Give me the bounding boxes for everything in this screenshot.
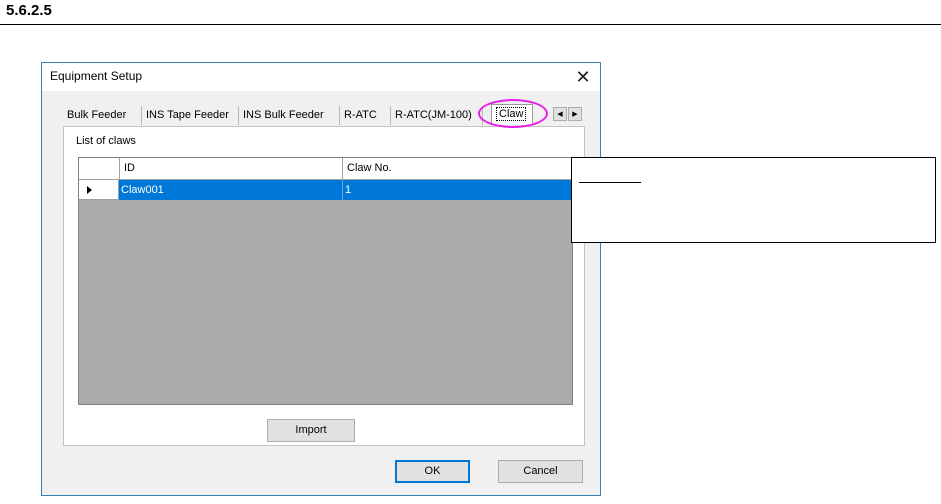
tab-ins-tape-feeder[interactable]: INS Tape Feeder <box>142 106 239 125</box>
grid-corner-header <box>79 158 120 179</box>
callout-underline <box>579 182 641 183</box>
row-header[interactable] <box>79 180 119 200</box>
close-button[interactable]: ✕ <box>566 63 600 91</box>
tab-claw[interactable]: Claw <box>491 104 533 125</box>
column-header-claw-no[interactable]: Claw No. <box>343 158 572 179</box>
section-heading: 5.6.2.5 <box>6 2 52 19</box>
list-of-claws-label: List of claws <box>76 135 136 147</box>
callout-box <box>571 157 936 243</box>
column-header-id[interactable]: ID <box>120 158 343 179</box>
tab-r-atc[interactable]: R-ATC <box>340 106 391 125</box>
cancel-button[interactable]: Cancel <box>498 460 583 483</box>
equipment-setup-dialog: Equipment Setup ✕ Bulk Feeder INS Tape F… <box>41 62 601 496</box>
import-button[interactable]: Import <box>267 419 355 442</box>
current-row-arrow-icon <box>87 186 92 194</box>
heading-rule <box>0 24 941 25</box>
table-row[interactable]: Claw001 1 <box>79 180 572 200</box>
claw-tab-page: List of claws ID Claw No. Claw001 1 Impo… <box>63 126 585 446</box>
dialog-title: Equipment Setup <box>50 69 143 83</box>
grid-header: ID Claw No. <box>79 158 572 180</box>
tab-ins-bulk-feeder[interactable]: INS Bulk Feeder <box>239 106 340 125</box>
cell-claw-no[interactable]: 1 <box>343 180 572 200</box>
tab-strip: Bulk Feeder INS Tape Feeder INS Bulk Fee… <box>63 104 585 126</box>
dialog-titlebar: Equipment Setup ✕ <box>42 63 600 91</box>
tab-scroll-right-button[interactable]: ▶ <box>568 107 582 121</box>
claws-grid[interactable]: ID Claw No. Claw001 1 <box>78 157 573 405</box>
cell-id[interactable]: Claw001 <box>119 180 343 200</box>
ok-button[interactable]: OK <box>395 460 470 483</box>
tab-scroll-left-button[interactable]: ◀ <box>553 107 567 121</box>
tab-bulk-feeder[interactable]: Bulk Feeder <box>63 106 142 125</box>
tab-claw-label: Claw <box>496 107 527 121</box>
tab-r-atc-jm100[interactable]: R-ATC(JM-100) <box>391 106 483 125</box>
